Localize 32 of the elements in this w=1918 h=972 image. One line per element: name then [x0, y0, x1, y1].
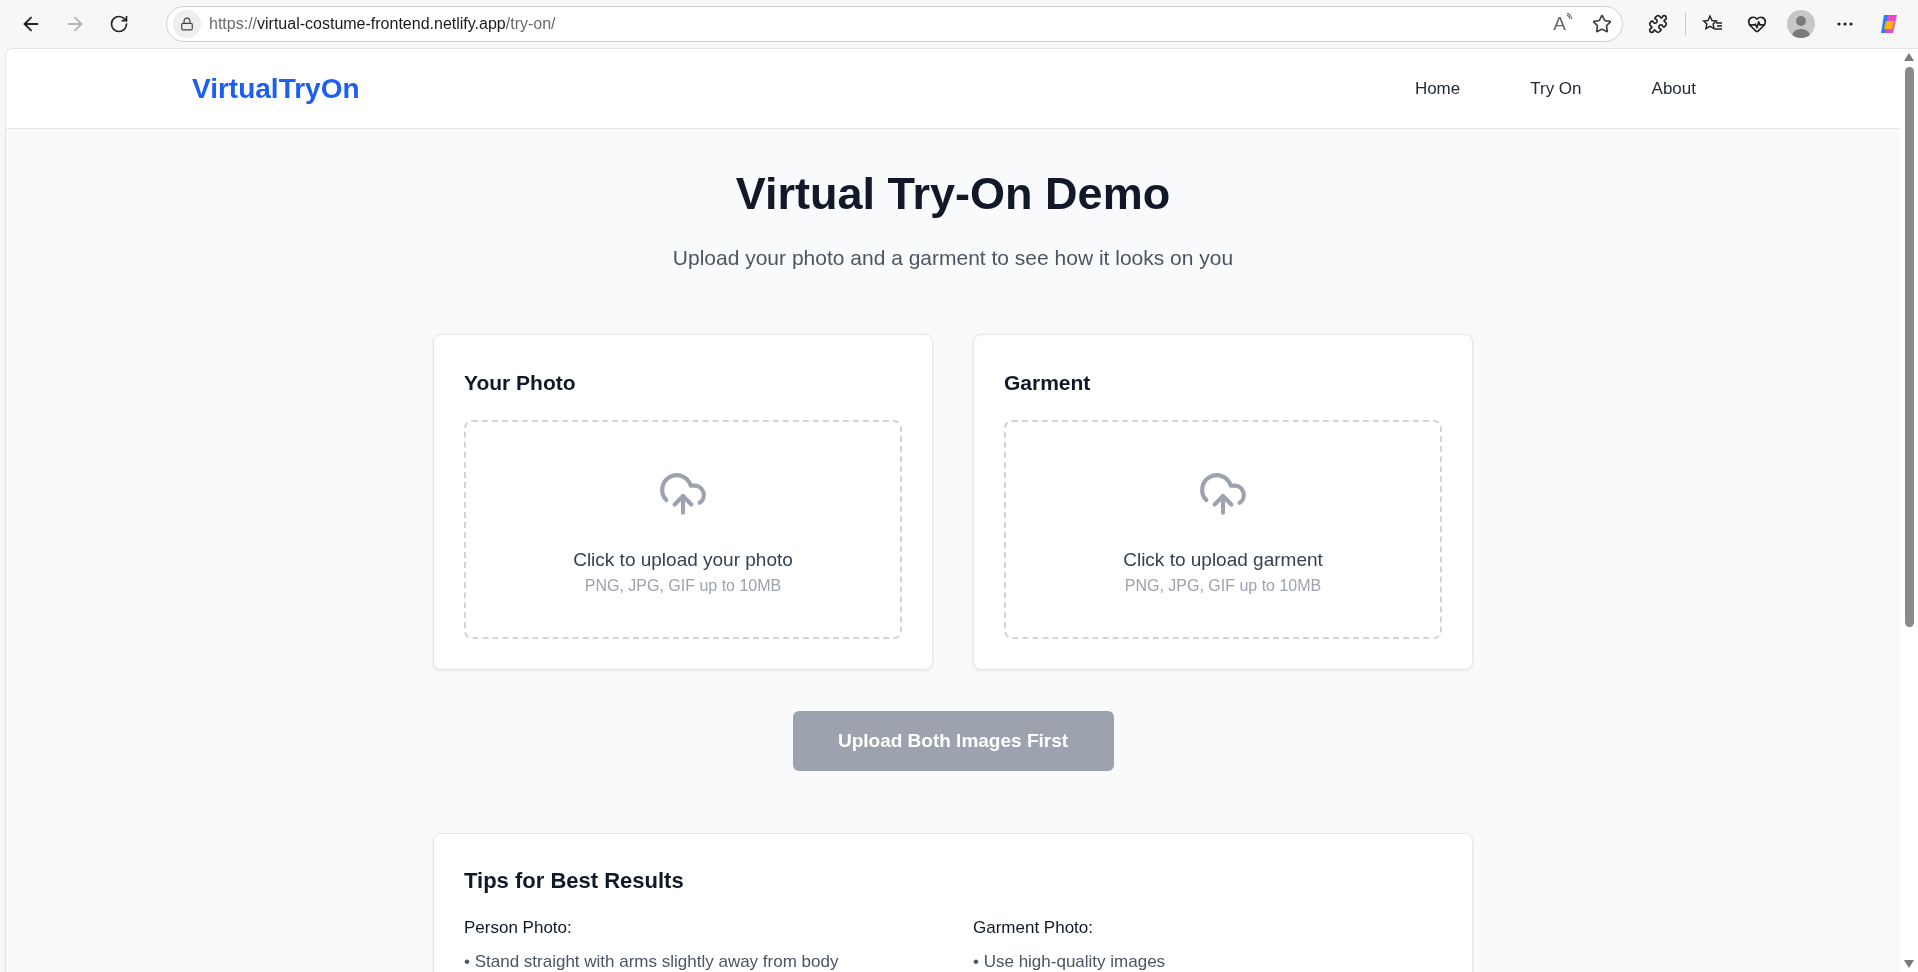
tip-item: • Use high-quality images	[973, 952, 1167, 972]
avatar-icon	[1787, 10, 1815, 38]
heart-pulse-icon	[1747, 14, 1767, 34]
card-title: Your Photo	[464, 371, 577, 395]
page-subtitle: Upload your photo and a garment to see how it looks on you	[672, 246, 1234, 270]
upload-dropzone[interactable]: Click to upload garment PNG, JPG, GIF up to 10MB	[1004, 420, 1442, 639]
nav-link[interactable]: Try On	[1530, 78, 1582, 99]
page-title: Virtual Try-On Demo	[735, 168, 1171, 220]
nav-link[interactable]: Home	[1414, 78, 1461, 99]
tips-heading: Person Photo:	[464, 918, 573, 938]
lock-icon	[173, 10, 201, 38]
upload-hint: PNG, JPG, GIF up to 10MB	[1124, 577, 1322, 595]
more-icon	[1837, 22, 1853, 26]
tips-title: Tips for Best Results	[464, 868, 685, 894]
scroll-up-icon[interactable]	[1904, 53, 1914, 61]
tips-heading: Garment Photo:	[973, 918, 1094, 938]
upload-dropzone[interactable]: Click to upload your photo PNG, JPG, GIF up to 10MB	[464, 420, 902, 639]
nav-link[interactable]: About	[1651, 78, 1696, 99]
upload-prompt: Click to upload your photo	[573, 549, 793, 571]
url-text: https://virtual-costume-frontend.netlify.app/try-on/	[209, 15, 557, 33]
favorite-star-icon[interactable]	[1592, 14, 1612, 34]
upload-prompt: Click to upload garment	[1123, 549, 1323, 571]
read-aloud-button[interactable]: A	[1553, 13, 1574, 35]
tip-item: • Stand straight with arms slightly away from body	[464, 952, 840, 972]
address-bar[interactable]: https://virtual-costume-frontend.netlify.app/try-on/ A	[166, 6, 1623, 42]
scrollbar-thumb[interactable]	[1904, 67, 1914, 627]
puzzle-icon	[1648, 14, 1668, 34]
site-logo[interactable]: VirtualTryOn	[192, 72, 360, 105]
card-title: Garment	[1004, 371, 1092, 395]
reload-icon	[109, 14, 129, 34]
scroll-down-icon[interactable]	[1904, 960, 1914, 968]
upload-hint: PNG, JPG, GIF up to 10MB	[584, 577, 782, 595]
